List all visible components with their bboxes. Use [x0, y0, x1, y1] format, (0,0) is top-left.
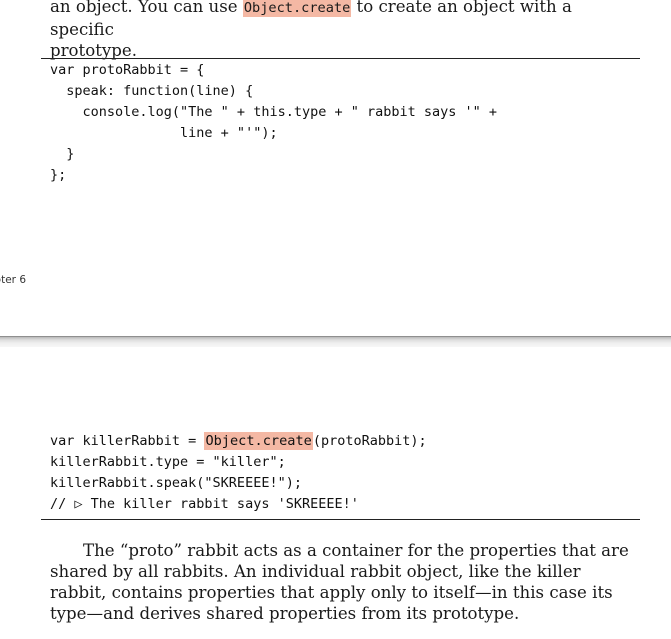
code-line: console.log("The " + this.type + " rabbi…	[50, 104, 498, 120]
code-line: var protoRabbit = {	[50, 62, 205, 78]
code-line: // ▷ The killer rabbit says 'SKREEEE!'	[50, 496, 359, 512]
code-line: }	[50, 146, 75, 162]
code-text: (protoRabbit);	[312, 433, 427, 449]
code-line: killerRabbit.speak("SKREEEE!");	[50, 475, 302, 491]
highlighted-code-object-create: Object.create	[204, 432, 313, 450]
code-block-killer-rabbit: var killerRabbit = Object.create(protoRa…	[50, 431, 427, 515]
code-text: var killerRabbit =	[50, 433, 205, 449]
highlighted-code-object-create: Object.create	[242, 0, 352, 17]
intro-paragraph: an object. You can use Object.create to …	[50, 0, 640, 61]
page-break-divider	[0, 336, 671, 347]
intro-text-before: an object. You can use	[50, 0, 243, 16]
code-block-proto-rabbit: var protoRabbit = { speak: function(line…	[50, 60, 497, 186]
body-paragraph: The “proto” rabbit acts as a container f…	[50, 541, 629, 623]
code-line: };	[50, 167, 67, 183]
code-line: line + "'");	[50, 125, 278, 141]
code-line: var killerRabbit = Object.create(protoRa…	[50, 431, 427, 452]
code-line: killerRabbit.type = "killer";	[50, 454, 286, 470]
page-top: an object. You can use Object.create to …	[0, 0, 671, 336]
chapter-label: apter 6	[0, 274, 27, 286]
code-block-top-rule	[41, 58, 640, 59]
code-line: speak: function(line) {	[50, 83, 254, 99]
code-block-bottom-rule	[41, 519, 640, 520]
